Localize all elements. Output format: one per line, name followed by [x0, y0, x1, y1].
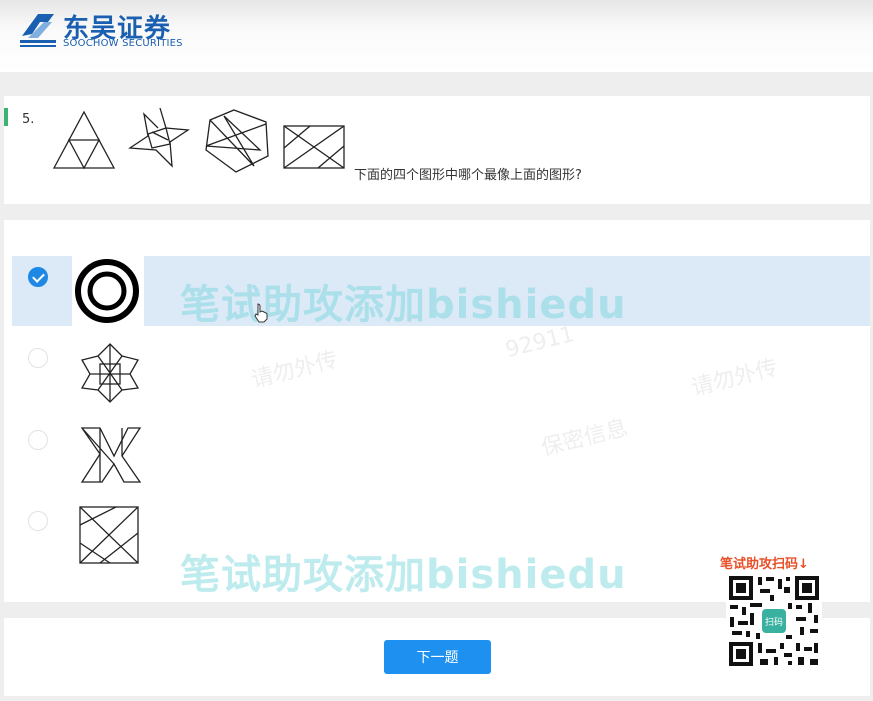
hand-cursor-icon [254, 303, 268, 323]
concentric-circles-icon[interactable] [74, 258, 140, 324]
question-card: 5. 下面的四个图形中哪个最像上面的图形? [4, 96, 870, 204]
header: 东吴证券 SOOCHOW SECURITIES [0, 0, 873, 72]
qr-center-label: 扫码 [765, 616, 783, 628]
pentagon-star-icon [205, 109, 269, 173]
triangle-subdivided-icon [52, 110, 116, 170]
logo-mark-icon [20, 14, 56, 47]
next-question-button[interactable]: 下一题 [384, 640, 491, 674]
watermark-text: 笔试助攻添加bishiedu [180, 552, 627, 598]
qr-code-icon: 扫码 [726, 573, 822, 669]
option-d-radio[interactable] [28, 511, 48, 531]
question-accent-bar [4, 108, 8, 126]
option-c-radio[interactable] [28, 430, 48, 450]
four-point-star-icon [128, 107, 190, 168]
zigzag-lines-icon[interactable] [78, 424, 144, 484]
logo-text-en: SOOCHOW SECURITIES [63, 38, 183, 49]
watermark-text: 笔试助攻添加bishiedu [180, 282, 627, 328]
option-b-radio[interactable] [28, 348, 48, 368]
eight-point-star-icon[interactable] [76, 340, 144, 406]
crossed-square-icon[interactable] [76, 503, 142, 565]
option-a-radio[interactable] [28, 267, 48, 287]
question-figures [52, 107, 345, 173]
question-number: 5. [22, 112, 35, 127]
qr-label: 笔试助攻扫码↓ [720, 557, 809, 572]
question-text: 下面的四个图形中哪个最像上面的图形? [354, 168, 582, 183]
exam-page: 东吴证券 SOOCHOW SECURITIES 5. 下面的四个图形中哪个最像上… [0, 0, 873, 701]
crossed-rectangle-icon [283, 125, 345, 169]
